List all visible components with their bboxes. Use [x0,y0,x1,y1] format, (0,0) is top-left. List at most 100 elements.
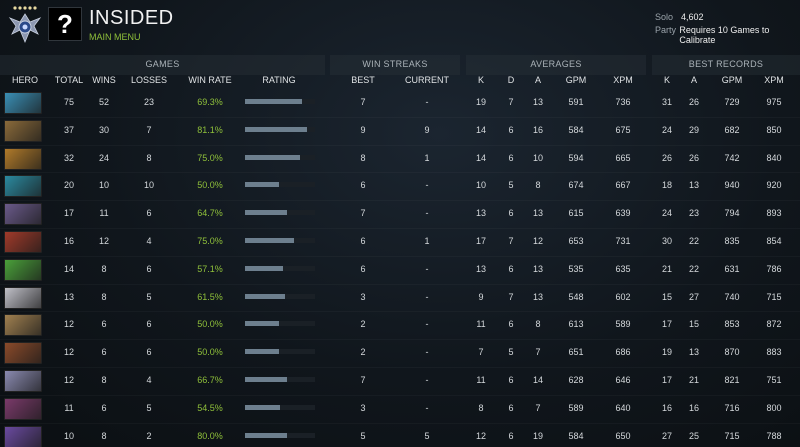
col-avg-gpm[interactable]: GPM [551,75,601,85]
table-row[interactable]: 16 12 4 75.0% 6 1 17 7 12 653 731 30 22 835 854 [0,229,800,257]
hero-wins: 12 [98,235,109,246]
streak-current: 1 [424,152,430,163]
hero-portrait-icon[interactable] [4,119,42,142]
hero-losses: 7 [146,124,152,135]
hero-losses: 8 [146,152,152,163]
table-row[interactable]: 13 8 5 61.5% 3-9 7 13 548 602 15 27 740 715 [0,285,800,313]
table-row[interactable]: 37 30 7 81.1% 9 9 14 6 16 584 675 24 29 682 850 [0,118,800,146]
table-row[interactable]: 12 6 6 50.0% 2-7 5 7 651 686 19 13 870 883 [0,340,800,368]
avg-xpm: 731 [615,235,631,246]
table-row[interactable]: 11 6 5 54.5% 3-8 6 7 589 640 16 16 716 800 [0,396,800,424]
streak-best: 6 [360,180,366,191]
avg-gpm: 594 [568,152,584,163]
streak-best: 7 [360,374,366,385]
hero-portrait-icon[interactable] [4,258,42,281]
col-losses[interactable]: LOSSES [124,75,174,85]
col-win-rate[interactable]: WIN RATE [185,75,235,85]
mmr-solo-value: 4,602 [681,12,704,22]
streak-best: 2 [360,319,366,330]
col-streak-best[interactable]: BEST [338,75,388,85]
table-row[interactable]: 17 11 6 64.7% 7-13 6 13 615 639 24 23 794 893 [0,201,800,229]
avg-gpm: 591 [568,97,584,107]
streak-current: - [425,180,429,191]
rating-bar [245,210,315,216]
streak-best: 6 [360,235,366,246]
avg-gpm: 584 [568,430,584,441]
hero-wins: 6 [101,319,107,330]
best-xpm: 850 [766,124,782,135]
col-best-xpm[interactable]: XPM [749,75,799,85]
rating-bar-fill [245,321,279,327]
hero-losses: 6 [146,347,152,358]
hero-portrait-icon[interactable] [4,147,42,170]
rating-bar [245,265,315,271]
hero-wins: 8 [101,374,107,385]
avg-xpm: 675 [615,124,631,135]
rating-bar [245,349,315,355]
streak-current: 9 [424,124,430,135]
hero-win-rate: 75.0% [197,235,223,246]
streak-best: 6 [360,263,366,274]
hero-portrait-icon[interactable] [4,369,42,392]
rating-bar-fill [245,126,307,132]
best-xpm: 975 [766,97,782,107]
rating-bar-fill [245,404,280,410]
table-row[interactable]: 14 8 6 57.1% 6-13 6 13 535 635 21 22 631 786 [0,257,800,285]
main-menu-link[interactable]: MAIN MENU [89,32,141,42]
rating-bar-fill [245,349,279,355]
streak-current: - [425,97,429,107]
rank-medal-icon [6,4,44,48]
col-avg-xpm[interactable]: XPM [598,75,648,85]
hero-wins: 24 [98,152,109,163]
avg-gpm: 653 [568,235,584,246]
best-xpm: 872 [766,319,782,330]
best-xpm: 800 [766,402,782,413]
avg-gpm: 615 [568,208,584,219]
hero-wins: 11 [99,208,109,219]
streak-current: - [425,374,429,385]
streak-current: - [425,263,429,274]
mmr-panel: Solo 4,602 Party Requires 10 Games to Ca… [655,12,800,45]
hero-stats-table: 75 52 23 69.3% 7-19 7 13 591 736 31 26 729 975 37 30 7 8… [0,90,800,447]
avatar[interactable]: ? [48,7,82,41]
hero-portrait-icon[interactable] [4,286,42,309]
table-row[interactable]: 12 6 6 50.0% 2-11 6 8 613 589 17 15 853 872 [0,312,800,340]
col-streak-current[interactable]: CURRENT [402,75,452,85]
rating-bar-fill [245,293,285,299]
hero-portrait-icon[interactable] [4,425,42,447]
best-xpm: 883 [766,347,782,358]
best-xpm: 751 [766,374,782,385]
rating-bar [245,237,315,243]
table-row[interactable]: 32 24 8 75.0% 8 1 14 6 10 594 665 26 26 742 840 [0,146,800,174]
mmr-party: Party Requires 10 Games to Calibrate [655,25,800,45]
table-row[interactable]: 10 8 2 80.0% 5 5 12 6 19 584 650 27 25 715 788 [0,424,800,447]
avg-xpm: 602 [615,291,631,302]
section-win-streaks: WIN STREAKS [330,55,460,75]
hero-portrait-icon[interactable] [4,92,42,114]
hero-losses: 23 [143,97,154,107]
rating-bar-fill [245,210,287,216]
rating-bar [245,182,315,188]
streak-best: 7 [360,97,366,107]
rating-bar-fill [245,376,287,382]
hero-portrait-icon[interactable] [4,342,42,365]
table-row[interactable]: 12 8 4 66.7% 7-11 6 14 628 646 17 21 821 751 [0,368,800,396]
best-xpm: 854 [766,235,782,246]
streak-current: - [425,402,429,413]
hero-wins: 6 [101,402,107,413]
hero-portrait-icon[interactable] [4,175,42,198]
hero-wins: 30 [98,124,109,135]
hero-win-rate: 50.0% [197,347,223,358]
hero-portrait-icon[interactable] [4,230,42,253]
hero-portrait-icon[interactable] [4,397,42,420]
hero-portrait-icon[interactable] [4,203,42,226]
avg-xpm: 646 [615,374,631,385]
col-rating[interactable]: RATING [254,75,304,85]
col-hero[interactable]: HERO [0,75,50,85]
table-row[interactable]: 75 52 23 69.3% 7-19 7 13 591 736 31 26 729 975 [0,90,800,118]
rating-bar [245,404,315,410]
rating-bar [245,432,315,438]
col-wins[interactable]: WINS [79,75,129,85]
hero-portrait-icon[interactable] [4,314,42,337]
table-row[interactable]: 20 10 10 50.0% 6-10 5 8 674 667 18 13 940 920 [0,173,800,201]
